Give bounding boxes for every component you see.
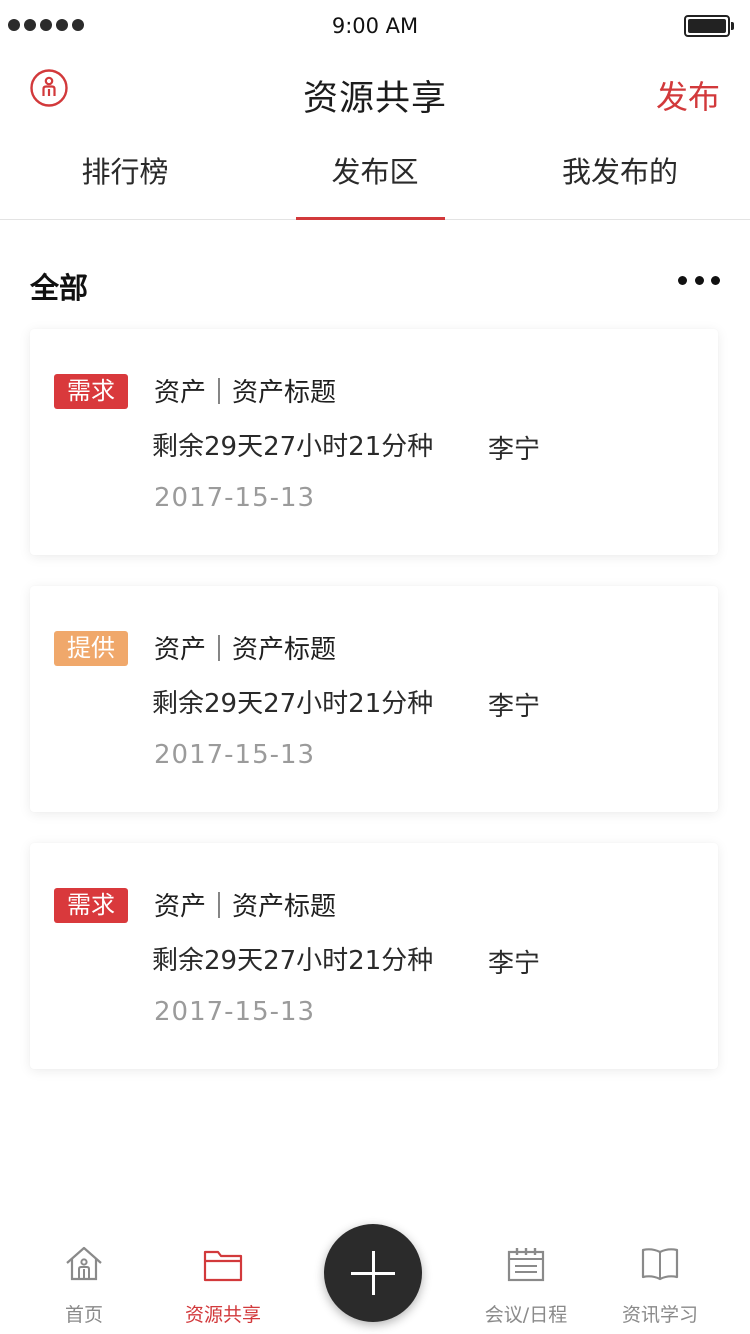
nav-bar: 资源共享 发布	[0, 54, 750, 130]
tabbar-item-home[interactable]: 首页	[14, 1240, 154, 1334]
tabbar-item-news-learning[interactable]: 资讯学习	[590, 1240, 730, 1334]
add-button[interactable]	[324, 1224, 422, 1322]
tab-ranking[interactable]: 排行榜	[0, 130, 250, 219]
card-remaining-time: 剩余29天27小时21分种	[152, 946, 434, 976]
battery-icon	[684, 15, 734, 37]
home-icon	[64, 1244, 104, 1284]
content-area: 全部 需求 资产｜资产标题 剩余29天27小时21分种 李宁 2017-15-1…	[0, 221, 750, 1201]
active-tab-indicator	[296, 217, 445, 220]
card-author: 李宁	[488, 692, 541, 722]
status-bar: 9:00 AM	[0, 0, 750, 54]
card-title: 资产｜资产标题	[154, 892, 337, 922]
card-author: 李宁	[488, 949, 541, 979]
resource-card[interactable]: 需求 资产｜资产标题 剩余29天27小时21分种 李宁 2017-15-13	[30, 329, 718, 555]
resource-card[interactable]: 需求 资产｜资产标题 剩余29天27小时21分种 李宁 2017-15-13	[30, 843, 718, 1069]
supply-tag: 提供	[54, 631, 128, 666]
calendar-icon	[506, 1244, 546, 1284]
status-time: 9:00 AM	[331, 14, 419, 38]
demand-tag: 需求	[54, 888, 128, 923]
tab-publish-area[interactable]: 发布区	[250, 130, 500, 219]
card-title: 资产｜资产标题	[154, 378, 337, 408]
tabbar-label: 会议/日程	[484, 1304, 568, 1326]
resource-card[interactable]: 提供 资产｜资产标题 剩余29天27小时21分种 李宁 2017-15-13	[30, 586, 718, 812]
card-author: 李宁	[488, 435, 541, 465]
page-title: 资源共享	[302, 79, 447, 119]
tabbar-label: 资讯学习	[621, 1304, 698, 1326]
card-remaining-time: 剩余29天27小时21分种	[152, 689, 434, 719]
demand-tag: 需求	[54, 374, 128, 409]
tabbar-label: 首页	[64, 1304, 103, 1326]
card-title: 资产｜资产标题	[154, 635, 337, 665]
card-date: 2017-15-13	[154, 997, 316, 1027]
publish-button[interactable]: 发布	[656, 72, 720, 118]
book-icon	[640, 1244, 680, 1284]
card-date: 2017-15-13	[154, 740, 316, 770]
tabbar-label: 资源共享	[184, 1304, 261, 1326]
tab-my-published[interactable]: 我发布的	[495, 130, 745, 219]
card-remaining-time: 剩余29天27小时21分种	[152, 432, 434, 462]
section-title: 全部	[30, 271, 89, 305]
more-icon[interactable]	[678, 273, 720, 287]
tabbar-item-meeting-schedule[interactable]: 会议/日程	[456, 1240, 596, 1334]
card-date: 2017-15-13	[154, 483, 316, 513]
segment-tabs: 排行榜 发布区 我发布的	[0, 130, 750, 220]
folder-icon	[203, 1244, 243, 1284]
tabbar-item-resource-share[interactable]: 资源共享	[153, 1240, 293, 1334]
